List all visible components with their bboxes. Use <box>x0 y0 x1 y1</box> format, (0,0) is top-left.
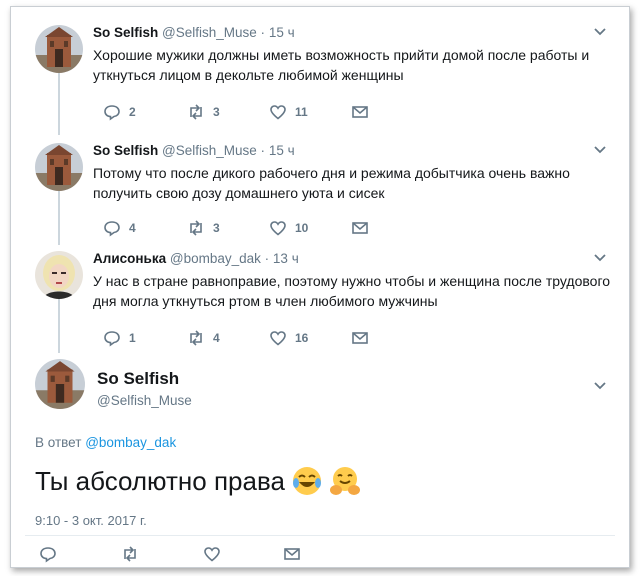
like-count: 11 <box>295 105 308 119</box>
tweet-text: Хорошие мужики должны иметь возможность … <box>93 47 590 83</box>
tweet-thread-frame: So Selfish @Selfish_Muse · 15 ч Хорошие … <box>10 6 630 568</box>
tweet[interactable]: So Selfish @Selfish_Muse · 15 ч Потому ч… <box>11 125 629 237</box>
avatar[interactable] <box>35 251 83 299</box>
reply-icon <box>104 331 120 347</box>
retweet-count: 3 <box>213 105 220 119</box>
envelope-icon <box>284 548 300 560</box>
tweet[interactable]: Алисонька @bombay_dak · 13 ч У нас в стр… <box>11 233 629 347</box>
user-handle[interactable]: @Selfish_Muse <box>97 393 192 408</box>
user-handle[interactable]: @Selfish_Muse <box>162 25 257 40</box>
tweet-header: Алисонька @bombay_dak · 13 ч <box>93 251 299 266</box>
tweet[interactable]: So Selfish @Selfish_Muse · 15 ч Хорошие … <box>11 7 629 121</box>
reply-button[interactable]: 2 <box>103 103 136 121</box>
tweet-time[interactable]: 15 ч <box>269 25 295 40</box>
reply-prefix: В ответ <box>35 435 82 450</box>
message-button[interactable] <box>351 329 369 347</box>
reply-icon <box>40 547 56 563</box>
avatar[interactable] <box>35 143 83 191</box>
retweet-button[interactable] <box>121 545 139 563</box>
display-name[interactable]: So Selfish <box>93 25 158 40</box>
hugging-face-icon <box>329 467 360 495</box>
divider <box>25 535 615 536</box>
retweet-count: 4 <box>213 331 220 345</box>
tweet-text: Потому что после дикого рабочего дня и р… <box>93 165 570 201</box>
reply-count: 1 <box>129 331 136 345</box>
user-handle[interactable]: @bombay_dak <box>170 251 261 266</box>
reply-icon <box>104 105 120 121</box>
reply-button[interactable] <box>39 545 57 563</box>
like-button[interactable]: 16 <box>269 329 308 347</box>
retweet-button[interactable]: 3 <box>187 103 220 121</box>
face-with-tears-of-joy-icon <box>292 467 321 495</box>
heart-icon <box>270 331 286 346</box>
heart-icon <box>270 105 286 120</box>
reply-button[interactable]: 1 <box>103 329 136 347</box>
like-button[interactable]: 11 <box>269 103 308 121</box>
retweet-icon <box>124 546 136 562</box>
message-button[interactable] <box>351 103 369 121</box>
chevron-down-icon[interactable] <box>593 27 607 37</box>
heart-icon <box>204 547 220 562</box>
retweet-icon <box>190 104 202 120</box>
tweet-time[interactable]: 13 ч <box>273 251 299 266</box>
avatar[interactable] <box>35 25 83 73</box>
separator-dot: · <box>264 251 270 266</box>
chevron-down-icon[interactable] <box>593 381 607 391</box>
user-handle[interactable]: @Selfish_Muse <box>162 143 257 158</box>
reply-mention-link[interactable]: @bombay_dak <box>85 435 176 450</box>
chevron-down-icon[interactable] <box>593 145 607 155</box>
envelope-icon <box>352 332 368 344</box>
display-name[interactable]: Алисонька <box>93 251 166 266</box>
chevron-down-icon[interactable] <box>593 253 607 263</box>
main-tweet-text: Ты абсолютно права <box>35 465 285 496</box>
display-name[interactable]: So Selfish <box>93 143 158 158</box>
like-button[interactable] <box>203 545 221 563</box>
envelope-icon <box>352 106 368 118</box>
message-button[interactable] <box>283 545 301 563</box>
tweet-time[interactable]: 15 ч <box>269 143 295 158</box>
retweet-icon <box>190 330 202 346</box>
separator-dot: · <box>260 25 266 40</box>
tweet-header: So Selfish @Selfish_Muse · 15 ч <box>93 143 295 158</box>
retweet-button[interactable]: 4 <box>187 329 220 347</box>
main-tweet-text-row: Ты абсолютно права <box>35 465 361 497</box>
tweet-header: So Selfish @Selfish_Muse · 15 ч <box>93 25 295 40</box>
reply-count: 2 <box>129 105 136 119</box>
tweet-timestamp[interactable]: 9:10 - 3 окт. 2017 г. <box>35 513 147 528</box>
tweet-text: У нас в стране равноправие, поэтому нужн… <box>93 273 611 309</box>
avatar[interactable] <box>35 359 85 409</box>
separator-dot: · <box>260 143 266 158</box>
reply-context: В ответ @bombay_dak <box>35 435 176 450</box>
display-name[interactable]: So Selfish <box>97 369 179 389</box>
like-count: 16 <box>295 331 309 345</box>
